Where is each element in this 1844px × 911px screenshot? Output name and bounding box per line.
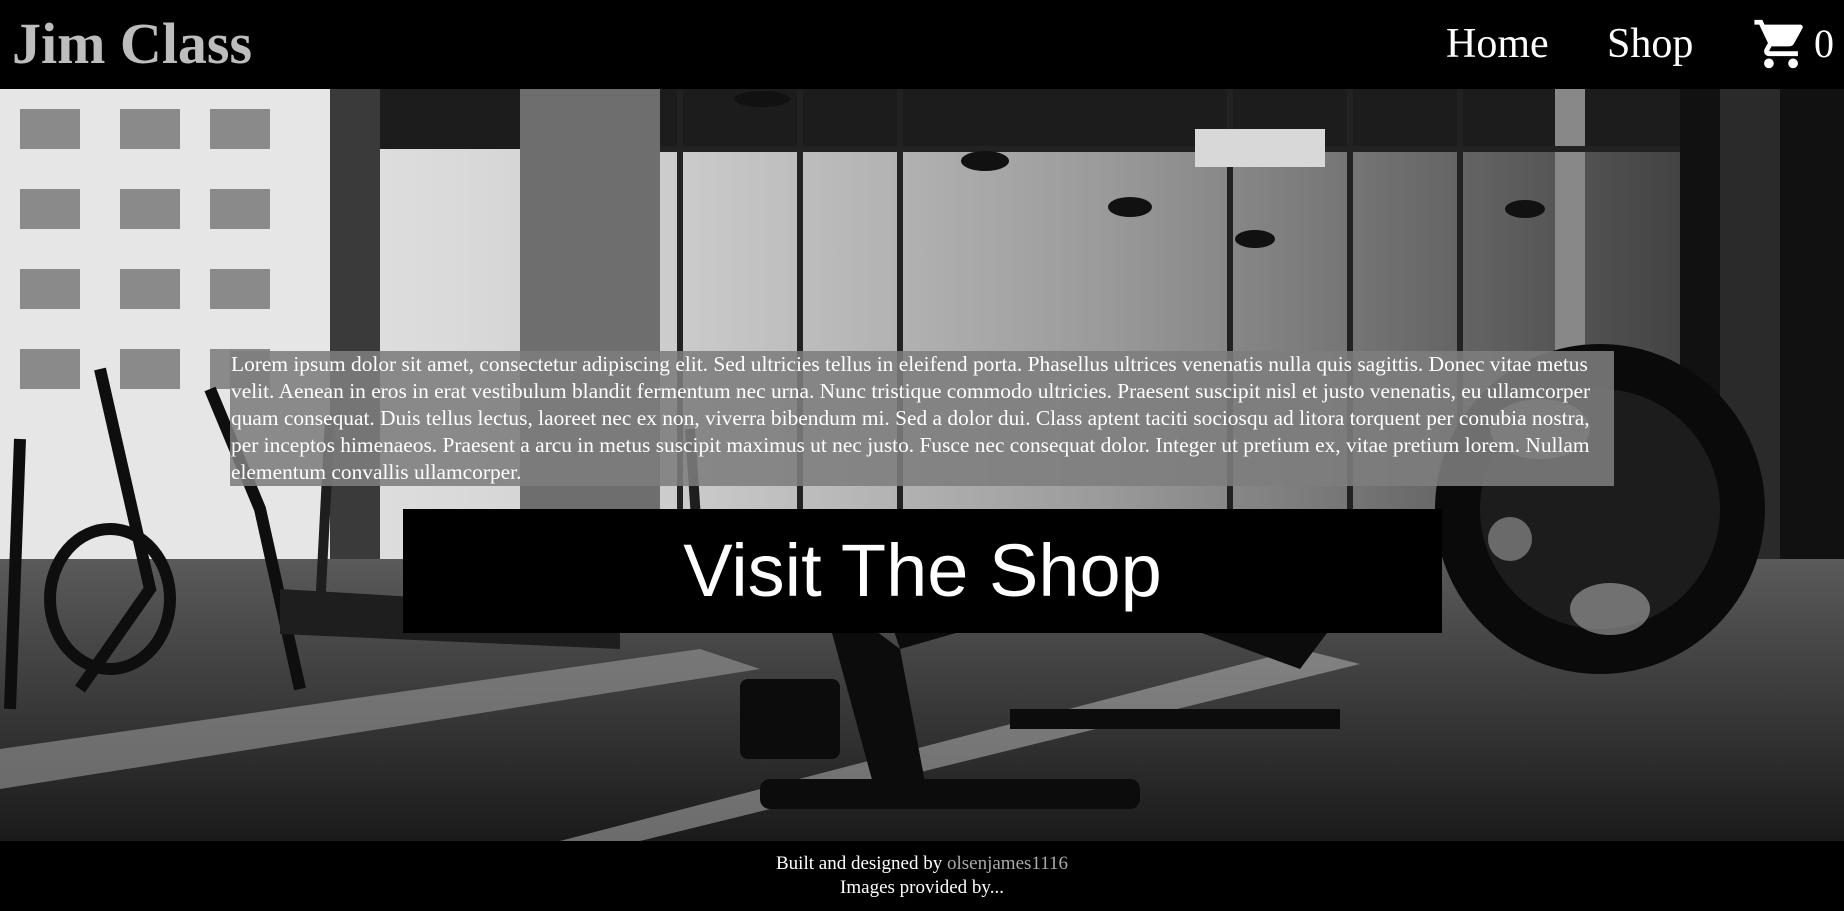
hero-section: Lorem ipsum dolor sit amet, consectetur …	[0, 89, 1844, 841]
cart-button[interactable]: 0	[1752, 14, 1834, 74]
visit-shop-button[interactable]: Visit The Shop	[403, 509, 1442, 633]
nav-home-link[interactable]: Home	[1446, 14, 1549, 74]
footer-built-text: Built and designed by	[776, 853, 947, 874]
author-link[interactable]: olsenjames1116	[947, 853, 1068, 874]
footer-credit-line: Built and designed by olsenjames1116	[0, 852, 1844, 876]
site-footer: Built and designed by olsenjames1116 Ima…	[0, 841, 1844, 911]
site-header: Jim Class Home Shop 0	[0, 0, 1844, 89]
cart-count: 0	[1814, 21, 1834, 66]
brand-logo-link[interactable]: Jim Class	[12, 6, 252, 82]
images-credit: Images provided by...	[840, 877, 1004, 898]
shopping-cart-icon	[1752, 15, 1810, 73]
intro-text: Lorem ipsum dolor sit amet, consectetur …	[230, 351, 1614, 486]
nav-shop-link[interactable]: Shop	[1607, 14, 1693, 74]
